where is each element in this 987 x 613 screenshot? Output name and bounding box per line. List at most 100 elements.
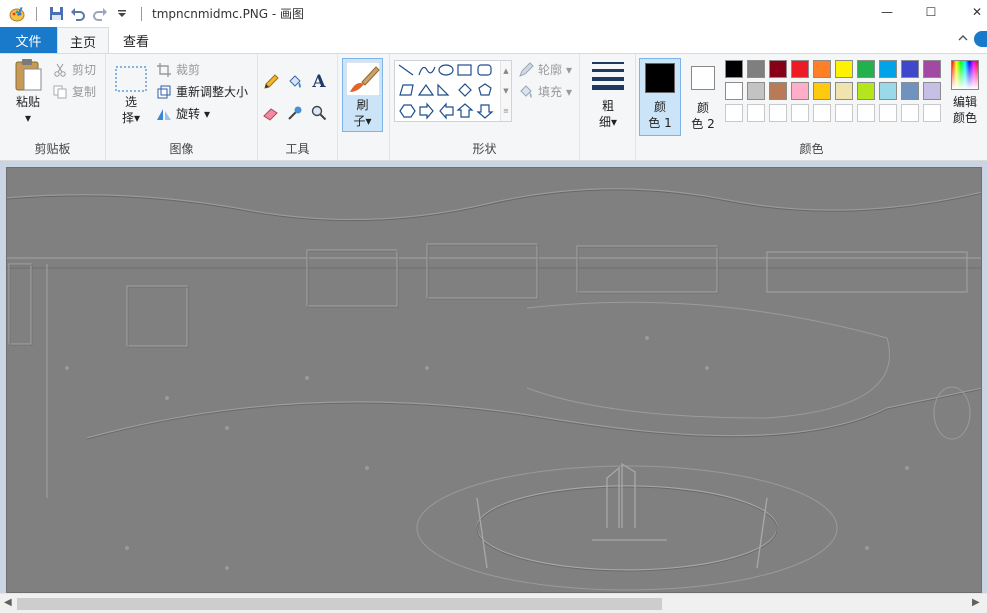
palette-color-swatch[interactable] (857, 60, 875, 78)
brushes-group: 刷 子▾ (338, 54, 390, 160)
brushes-button[interactable]: 刷 子▾ (342, 58, 383, 132)
shapes-group-label: 形状 (472, 142, 497, 156)
pencil-icon[interactable] (263, 74, 279, 90)
select-button[interactable]: 选 择▾ (114, 66, 148, 126)
rotate-button[interactable]: 旋转 ▾ (156, 105, 210, 122)
paste-button[interactable]: 粘贴 ▾ (8, 58, 48, 126)
colors-group-label: 颜色 (799, 142, 824, 156)
palette-color-swatch[interactable] (791, 60, 809, 78)
maximize-button[interactable]: ☐ (908, 0, 954, 24)
quick-access-toolbar (0, 5, 148, 23)
palette-color-swatch[interactable] (835, 60, 853, 78)
redo-icon[interactable] (91, 5, 109, 23)
palette-custom-slot[interactable] (725, 104, 743, 122)
palette-color-swatch[interactable] (923, 60, 941, 78)
color2-label-1: 颜 (696, 101, 709, 115)
palette-color-swatch[interactable] (747, 82, 765, 100)
save-icon[interactable] (47, 5, 65, 23)
ribbon-tabs: 文件 主页 查看 (0, 27, 987, 54)
palette-color-swatch[interactable] (813, 82, 831, 100)
edit-colors-label-2: 颜色 (952, 111, 977, 125)
customize-toolbar-icon[interactable] (113, 5, 131, 23)
resize-icon (156, 84, 172, 100)
size-label-2: 细 (598, 115, 611, 129)
horizontal-scrollbar[interactable]: ◀ ▶ (0, 593, 987, 613)
scroll-left-icon[interactable]: ◀ (4, 597, 12, 608)
edit-colors-button[interactable]: 编辑 颜色 (945, 58, 985, 126)
shapes-gallery[interactable]: ▲ ▼ ≡ (394, 60, 512, 122)
palette-color-swatch[interactable] (857, 82, 875, 100)
palette-color-swatch[interactable] (725, 60, 743, 78)
palette-color-swatch[interactable] (901, 82, 919, 100)
eraser-icon[interactable] (263, 105, 279, 121)
palette-color-swatch[interactable] (813, 60, 831, 78)
line-width-icon (588, 60, 628, 98)
color1-swatch (645, 63, 675, 93)
fill-bucket-icon[interactable] (287, 74, 303, 90)
toolbar-separator (36, 6, 37, 21)
palette-color-swatch[interactable] (923, 82, 941, 100)
size-button[interactable]: 粗 细▾ (588, 60, 628, 130)
palette-color-swatch[interactable] (769, 60, 787, 78)
tools-group-label: 工具 (285, 142, 310, 156)
size-label-1: 粗 (601, 99, 614, 113)
color2-button[interactable]: 颜 色 2 (683, 58, 723, 136)
outline-brush-icon (518, 61, 534, 78)
palette-custom-slot[interactable] (923, 104, 941, 122)
paint-app-icon[interactable] (8, 5, 26, 23)
palette-color-swatch[interactable] (725, 82, 743, 100)
scroll-right-icon[interactable]: ▶ (972, 597, 980, 608)
undo-icon[interactable] (69, 5, 87, 23)
canvas-workspace[interactable] (0, 161, 987, 593)
color2-swatch (691, 66, 715, 90)
palette-color-swatch[interactable] (791, 82, 809, 100)
close-button[interactable]: ✕ (954, 0, 987, 24)
tab-view[interactable]: 查看 (112, 27, 160, 53)
palette-custom-slot[interactable] (901, 104, 919, 122)
palette-custom-slot[interactable] (835, 104, 853, 122)
scissors-icon (52, 62, 68, 78)
tools-group: A 工具 (258, 54, 338, 160)
palette-color-swatch[interactable] (747, 60, 765, 78)
cut-label: 剪切 (72, 63, 97, 77)
color1-label-2: 色 1 (648, 116, 672, 130)
palette-color-swatch[interactable] (879, 82, 897, 100)
palette-color-swatch[interactable] (901, 60, 919, 78)
scrollbar-thumb[interactable] (17, 598, 662, 610)
text-tool-icon[interactable]: A (311, 72, 327, 92)
palette-custom-slot[interactable] (769, 104, 787, 122)
tab-home[interactable]: 主页 (57, 27, 109, 54)
fill-button[interactable]: 填充 ▾ (518, 83, 572, 100)
palette-custom-slot[interactable] (747, 104, 765, 122)
palette-custom-slot[interactable] (857, 104, 875, 122)
image-canvas[interactable] (6, 167, 982, 593)
palette-custom-slot[interactable] (879, 104, 897, 122)
magnifier-icon[interactable] (311, 105, 327, 121)
minimize-button[interactable]: — (864, 0, 910, 24)
palette-color-swatch[interactable] (835, 82, 853, 100)
palette-color-swatch[interactable] (879, 60, 897, 78)
brush-icon (343, 59, 382, 97)
select-label-2: 择 (121, 111, 134, 125)
resize-button[interactable]: 重新调整大小 (156, 83, 248, 100)
fill-shape-icon (518, 84, 534, 100)
color-picker-icon[interactable] (287, 105, 303, 121)
outline-button[interactable]: 轮廓 ▾ (518, 61, 572, 78)
help-icon[interactable] (974, 31, 987, 47)
cut-button[interactable]: 剪切 (52, 61, 96, 78)
palette-custom-slot[interactable] (813, 104, 831, 122)
embossed-photo (7, 168, 981, 592)
fill-label: 填充 (538, 85, 563, 99)
palette-color-swatch[interactable] (769, 82, 787, 100)
select-label-1: 选 (124, 95, 137, 109)
collapse-ribbon-icon[interactable] (958, 32, 968, 45)
copy-button[interactable]: 复制 (52, 83, 96, 100)
shapes-gallery-scroll[interactable]: ▲ ▼ ≡ (500, 61, 511, 121)
color1-button[interactable]: 颜 色 1 (639, 58, 681, 136)
image-group-label: 图像 (169, 142, 194, 156)
copy-label: 复制 (72, 85, 97, 99)
tab-file[interactable]: 文件 (0, 27, 57, 53)
palette-custom-slot[interactable] (791, 104, 809, 122)
image-group: 选 择▾ 裁剪 重新调整大小 旋转 ▾ 图像 (106, 54, 258, 160)
crop-button[interactable]: 裁剪 (156, 61, 200, 78)
